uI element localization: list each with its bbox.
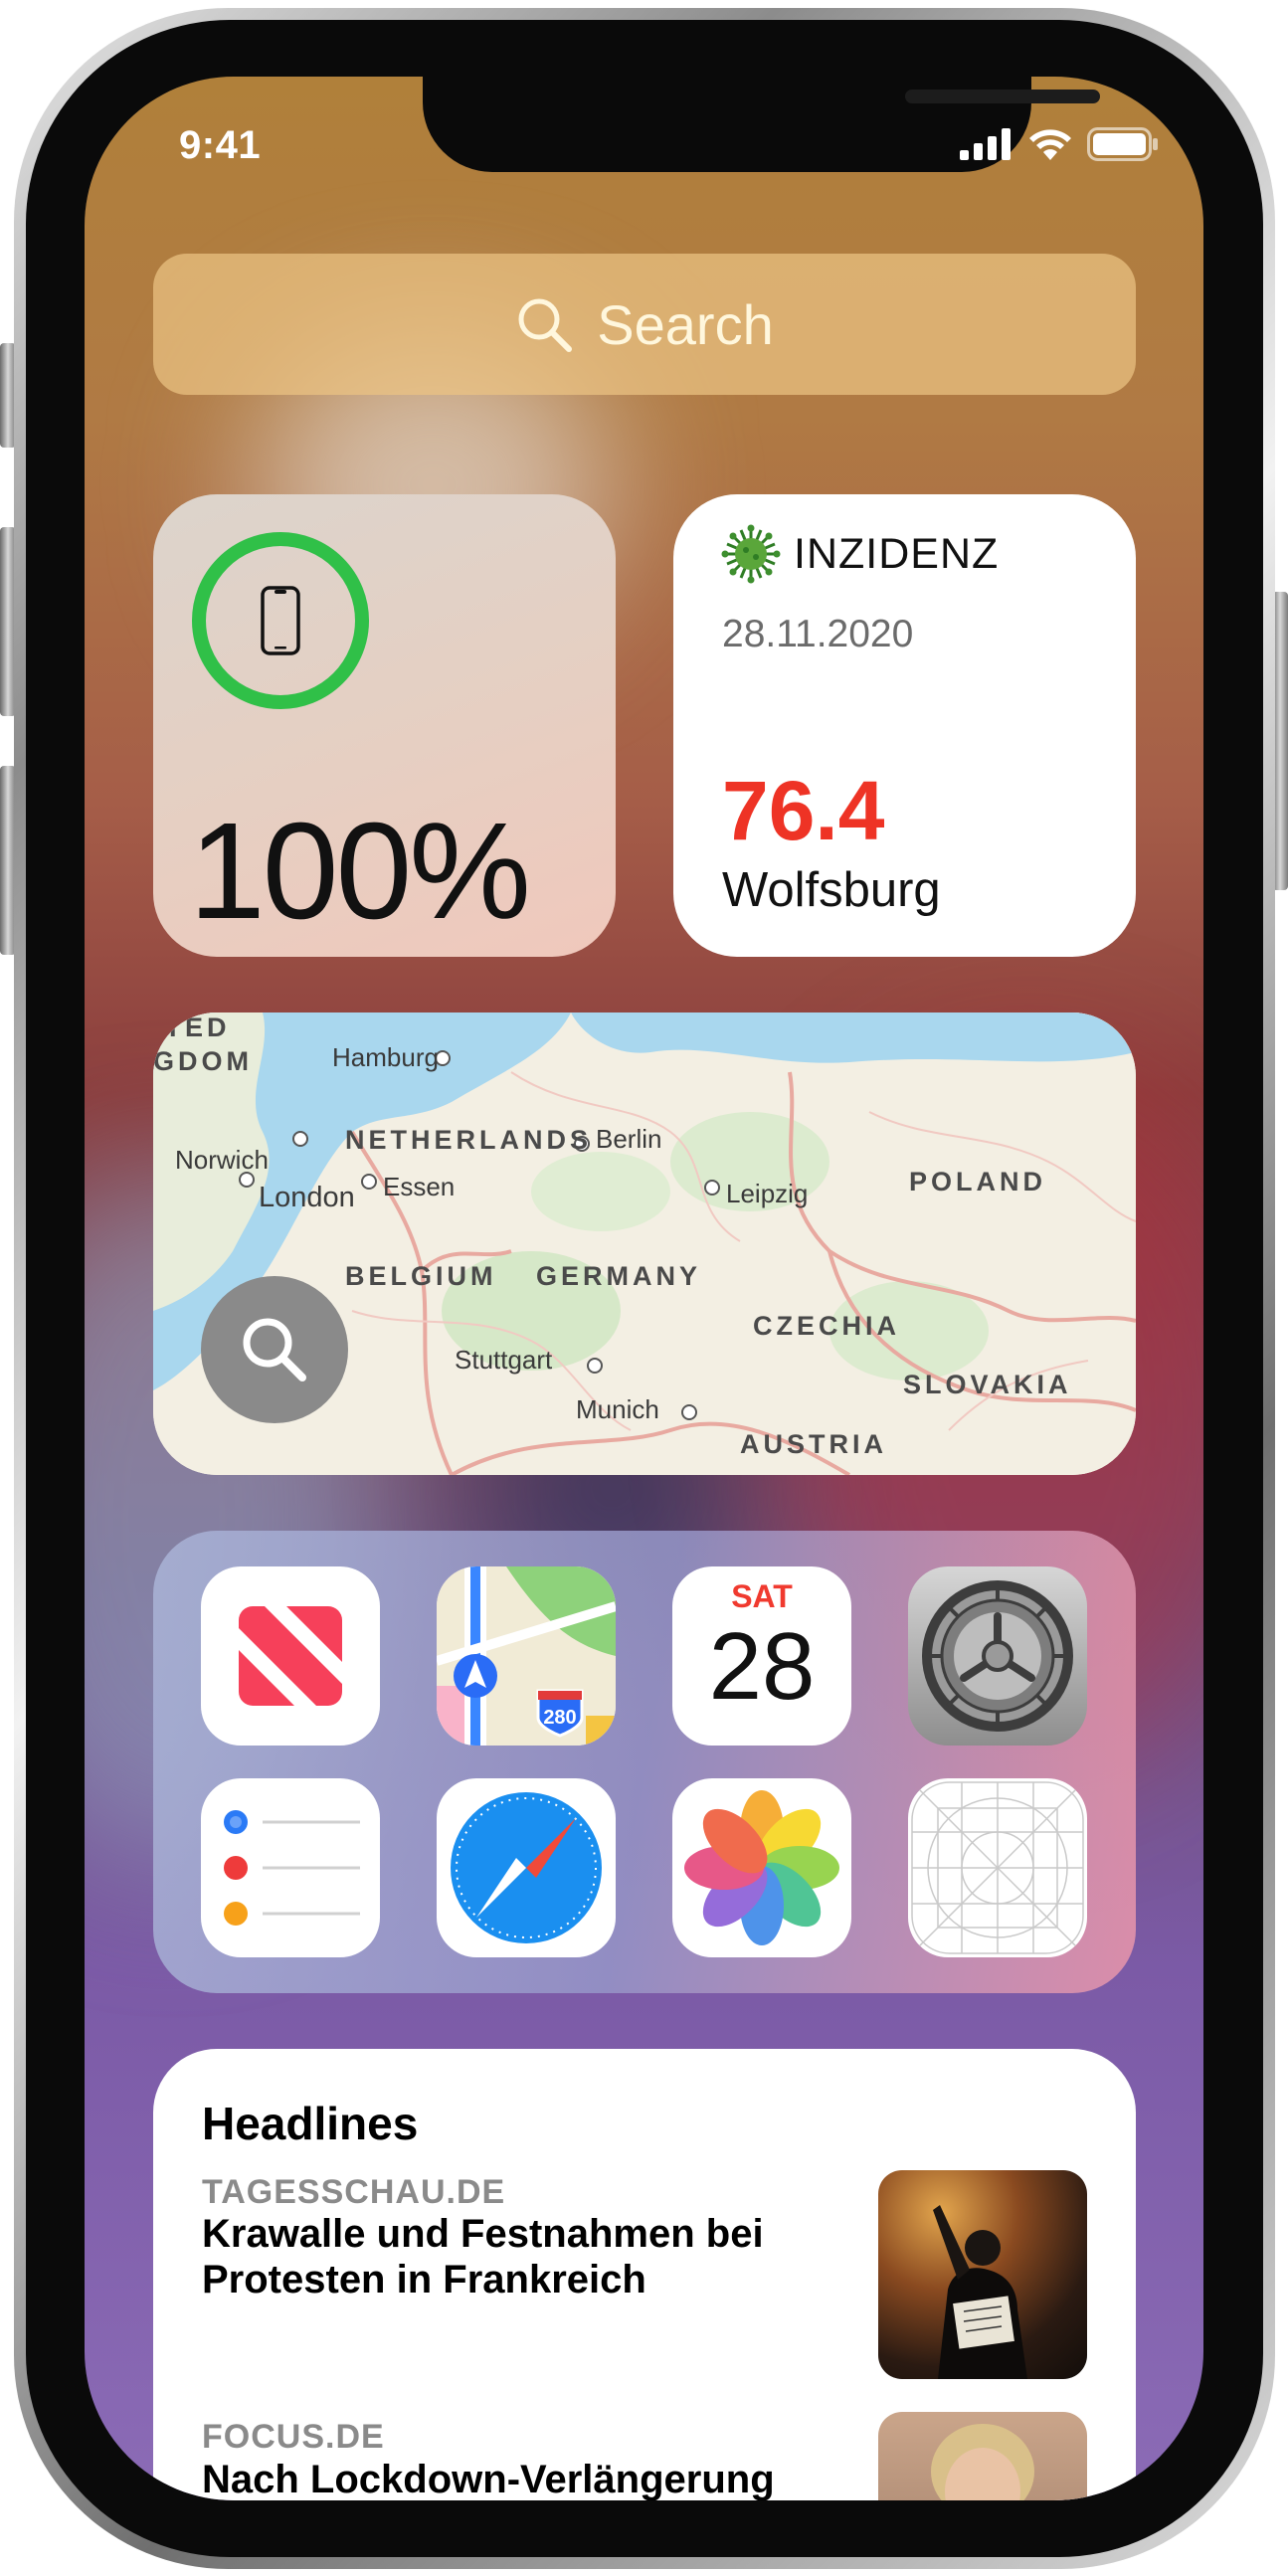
headlines-title: Headlines (202, 2098, 419, 2149)
calendar-app[interactable]: SAT 28 (672, 1566, 851, 1746)
inzidenz-city: Wolfsburg (722, 863, 941, 917)
map-country-label: GDOM (153, 1046, 253, 1076)
headline-source: TAGESSCHAU.DE (202, 2173, 506, 2211)
reminders-icon (224, 1810, 360, 1926)
map-country-label: ITED (153, 1012, 231, 1042)
battery-percentage: 100% (189, 795, 531, 948)
map-country-label: POLAND (909, 1167, 1046, 1196)
protest-photo (933, 2205, 1027, 2379)
maps-app[interactable]: 280 (437, 1566, 616, 1746)
map-city-label: Stuttgart (455, 1345, 553, 1375)
map-city-dot (587, 1358, 603, 1374)
map-city-label: Leipzig (726, 1179, 809, 1208)
app-template-grid-icon (911, 1781, 1084, 1954)
status-time: 9:41 (179, 123, 262, 167)
interstate-shield-number: 280 (543, 1707, 576, 1729)
map-city-label: Hamburg (332, 1042, 439, 1072)
news-headlines-widget[interactable]: Headlines TAGESSCHAU.DE Krawalle und Fes… (153, 2049, 1136, 2500)
photos-app[interactable] (672, 1778, 851, 1957)
safari-app[interactable] (437, 1778, 616, 1957)
inzidenz-date: 28.11.2020 (722, 613, 914, 655)
map-city-label: London (259, 1182, 355, 1213)
front-camera (1141, 83, 1169, 110)
search-icon (518, 298, 573, 352)
headline-text[interactable]: Nach Lockdown-Verlängerung (202, 2457, 838, 2500)
headline-thumbnail[interactable] (878, 2412, 1087, 2500)
map-country-label: GERMANY (536, 1261, 702, 1291)
map-city-label: Norwich (175, 1145, 269, 1175)
map-city-label: Essen (383, 1172, 456, 1201)
inzidenz-value: 76.4 (722, 764, 885, 857)
template-app[interactable] (908, 1778, 1087, 1957)
map-city-dot (361, 1174, 377, 1190)
calendar-day: 28 (708, 1613, 816, 1720)
search-field[interactable]: Search (153, 254, 1136, 395)
wifi-icon (1029, 129, 1071, 160)
status-icons (960, 124, 1159, 164)
map-city-label: Munich (576, 1394, 659, 1424)
map-country-label: CZECHIA (753, 1311, 900, 1341)
battery-icon (1087, 127, 1158, 161)
map-search-button[interactable] (201, 1276, 348, 1423)
shortcut-apps-widget: 280 SAT 28 (153, 1531, 1136, 1993)
portrait-photo (931, 2424, 1034, 2500)
virus-icon (721, 524, 781, 584)
maps-icon: 280 (437, 1566, 616, 1746)
magnifier-icon (243, 1318, 306, 1381)
news-app[interactable] (201, 1566, 380, 1746)
headline-thumbnail[interactable] (878, 2170, 1087, 2379)
maps-widget[interactable]: Hamburg Norwich London Berlin Essen Leip… (153, 1012, 1136, 1475)
map-country-label: BELGIUM (345, 1261, 497, 1291)
photos-flower-icon (684, 1790, 839, 1945)
inzidenz-widget[interactable]: INZIDENZ 28.11.2020 76.4 Wolfsburg (673, 494, 1136, 957)
map-city-dot (704, 1180, 720, 1196)
calendar-weekday: SAT (731, 1578, 793, 1614)
cellular-signal-icon (960, 128, 1011, 160)
headline-source: FOCUS.DE (202, 2418, 385, 2456)
settings-gear-icon (922, 1580, 1073, 1732)
reminders-app[interactable] (201, 1778, 380, 1957)
notch (423, 77, 1169, 172)
news-icon (239, 1606, 342, 1706)
search-placeholder: Search (597, 292, 774, 356)
inzidenz-title: INZIDENZ (794, 530, 1000, 578)
batteries-widget[interactable]: 100% (153, 494, 616, 957)
map-city-dot (681, 1404, 697, 1420)
map-country-label: NETHERLANDS (345, 1125, 593, 1155)
iphone-device: 9:41 Search 100% INZIDENZ 28.11.2020 76.… (0, 0, 1288, 2576)
map-country-label: SLOVAKIA (903, 1370, 1072, 1399)
today-view-screen: 9:41 Search 100% INZIDENZ 28.11.2020 76.… (85, 77, 1203, 2500)
safari-compass-icon (451, 1792, 602, 1943)
headline-text[interactable]: Krawalle und Festnahmen bei Protesten in… (202, 2211, 838, 2302)
map-country-label: AUSTRIA (740, 1429, 887, 1459)
iphone-device-icon (261, 586, 300, 655)
map-city-dot (292, 1131, 308, 1147)
settings-app[interactable] (908, 1566, 1087, 1746)
map-city-label: Berlin (596, 1124, 662, 1154)
earpiece-speaker (905, 90, 1100, 103)
